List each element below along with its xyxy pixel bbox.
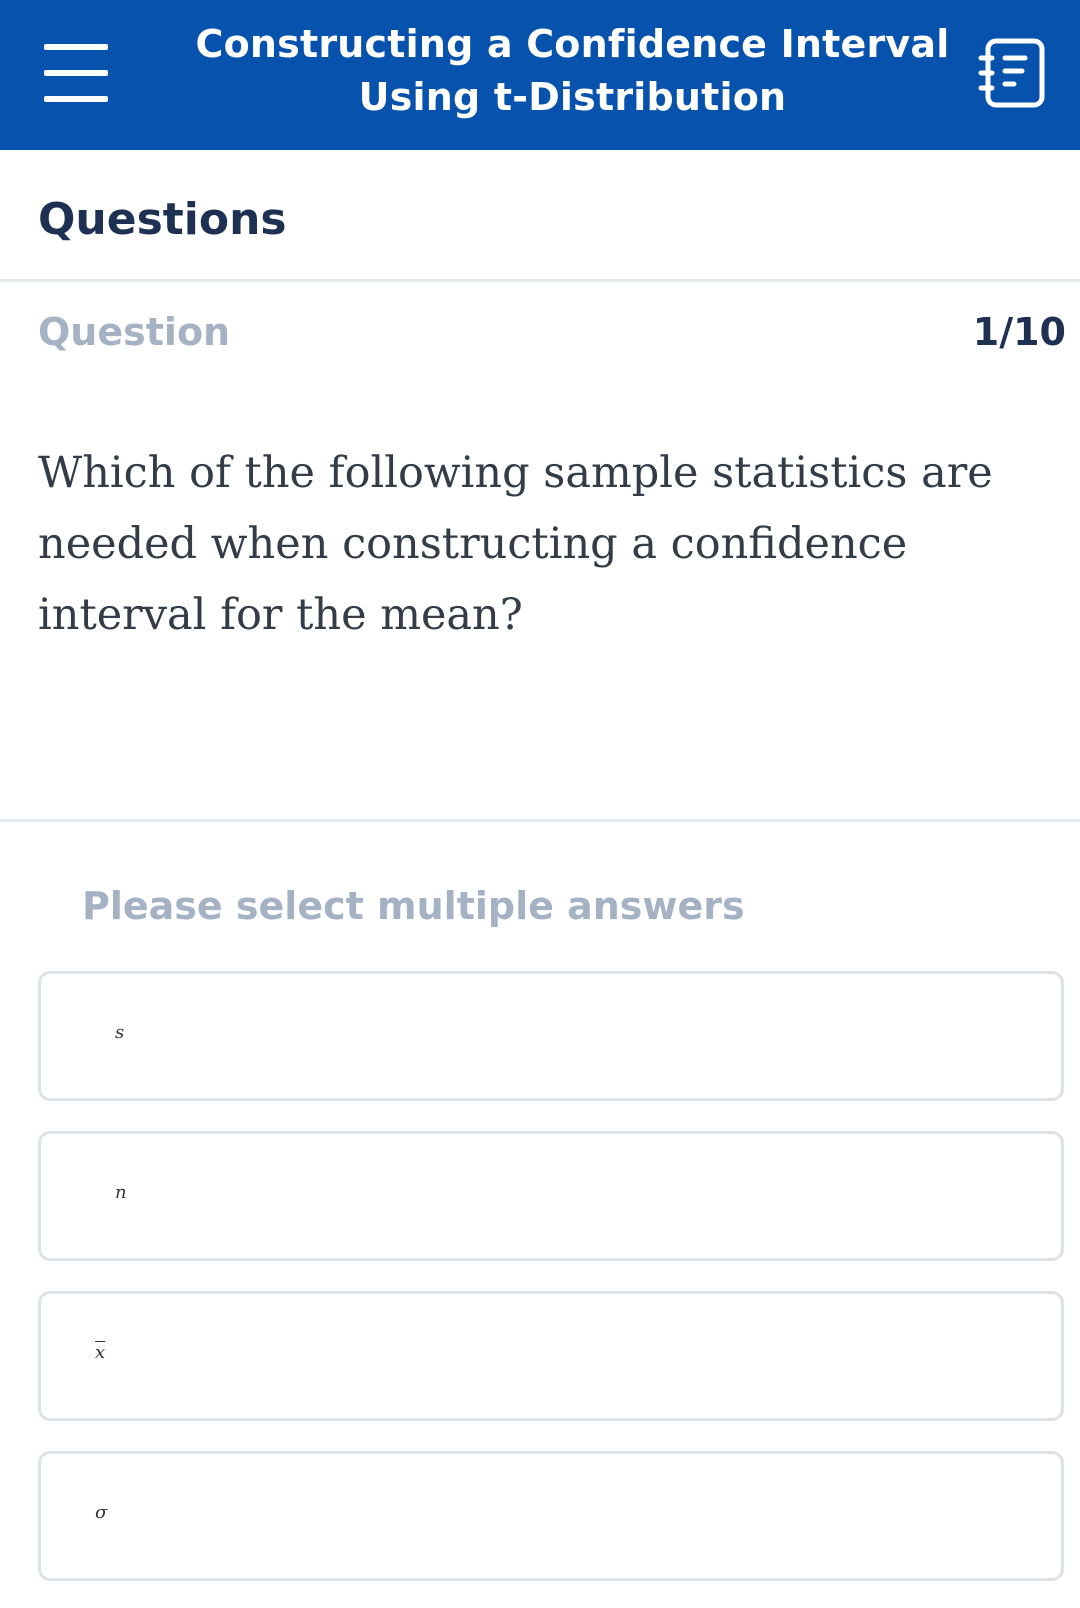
divider (0, 819, 1080, 822)
section-title: Questions (38, 194, 287, 245)
answer-option-label: x (95, 1342, 106, 1363)
answer-option-label: s (115, 1022, 125, 1043)
menu-bar-line (44, 70, 108, 76)
page-title: Constructing a Confidence Interval Using… (195, 22, 950, 119)
divider (0, 279, 1080, 282)
question-label: Question (38, 310, 231, 354)
top-app-bar: Constructing a Confidence Interval Using… (0, 0, 1080, 150)
answer-option-label: σ (95, 1502, 108, 1523)
answer-option[interactable]: n (38, 1131, 1064, 1261)
answer-instruction: Please select multiple answers (82, 884, 745, 928)
answer-option[interactable]: σ (38, 1451, 1064, 1581)
answer-option[interactable]: s (38, 971, 1064, 1101)
hamburger-menu-icon[interactable] (40, 40, 112, 106)
menu-bar-line (44, 44, 108, 50)
notebook-icon[interactable] (978, 36, 1048, 110)
answer-option-label: n (115, 1182, 127, 1203)
answer-option[interactable]: x (38, 1291, 1064, 1421)
menu-bar-line (44, 96, 108, 102)
question-text: Which of the following sample statistics… (38, 448, 993, 640)
question-counter: 1/10 (972, 310, 1066, 354)
